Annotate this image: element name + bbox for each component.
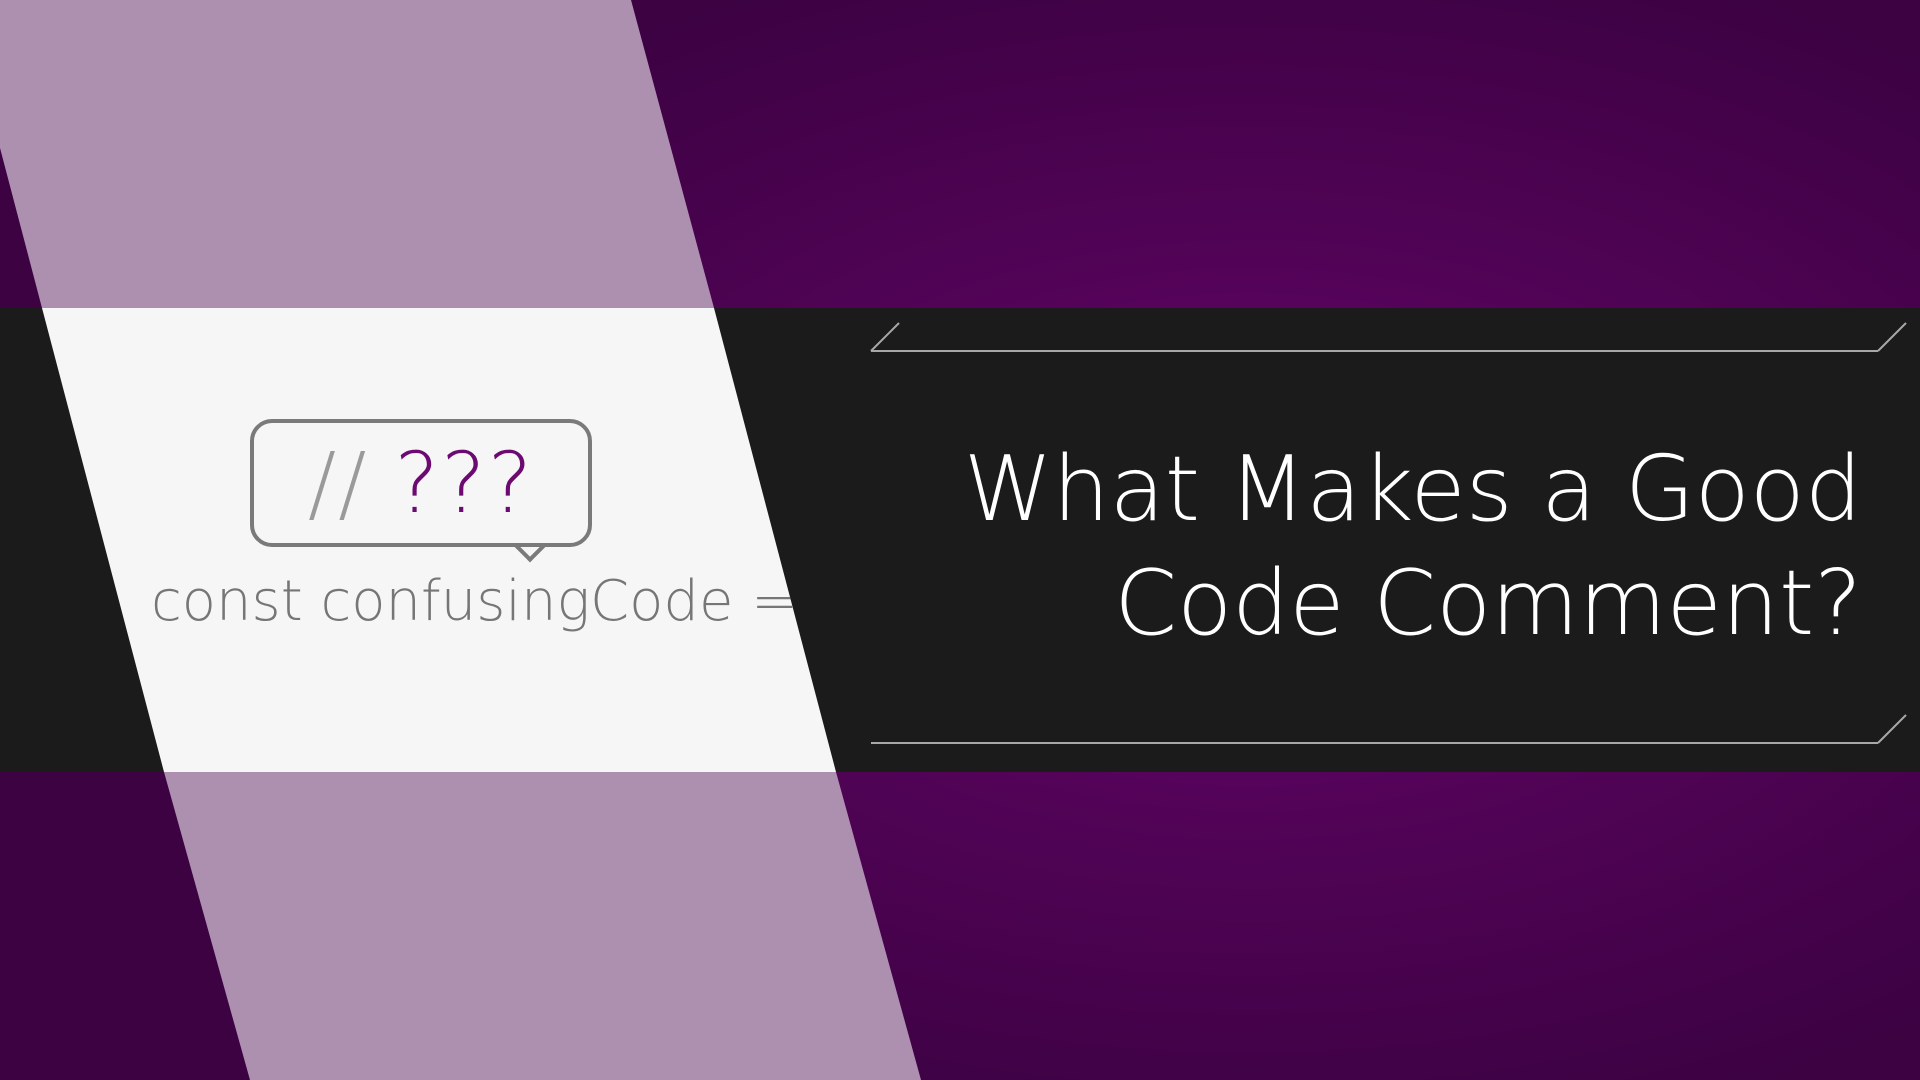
frame-top-left-tick bbox=[870, 322, 900, 352]
title-line-1: What Makes a Good bbox=[963, 437, 1862, 542]
title-slide: const confusingCode = f // ??? What Make… bbox=[0, 0, 1920, 1080]
title-line-2: Code Comment? bbox=[1114, 551, 1862, 656]
frame-bottom-right-tick bbox=[1877, 714, 1907, 744]
frame-top-right-tick bbox=[1877, 322, 1907, 352]
slide-title: What Makes a Good Code Comment? bbox=[964, 433, 1862, 661]
